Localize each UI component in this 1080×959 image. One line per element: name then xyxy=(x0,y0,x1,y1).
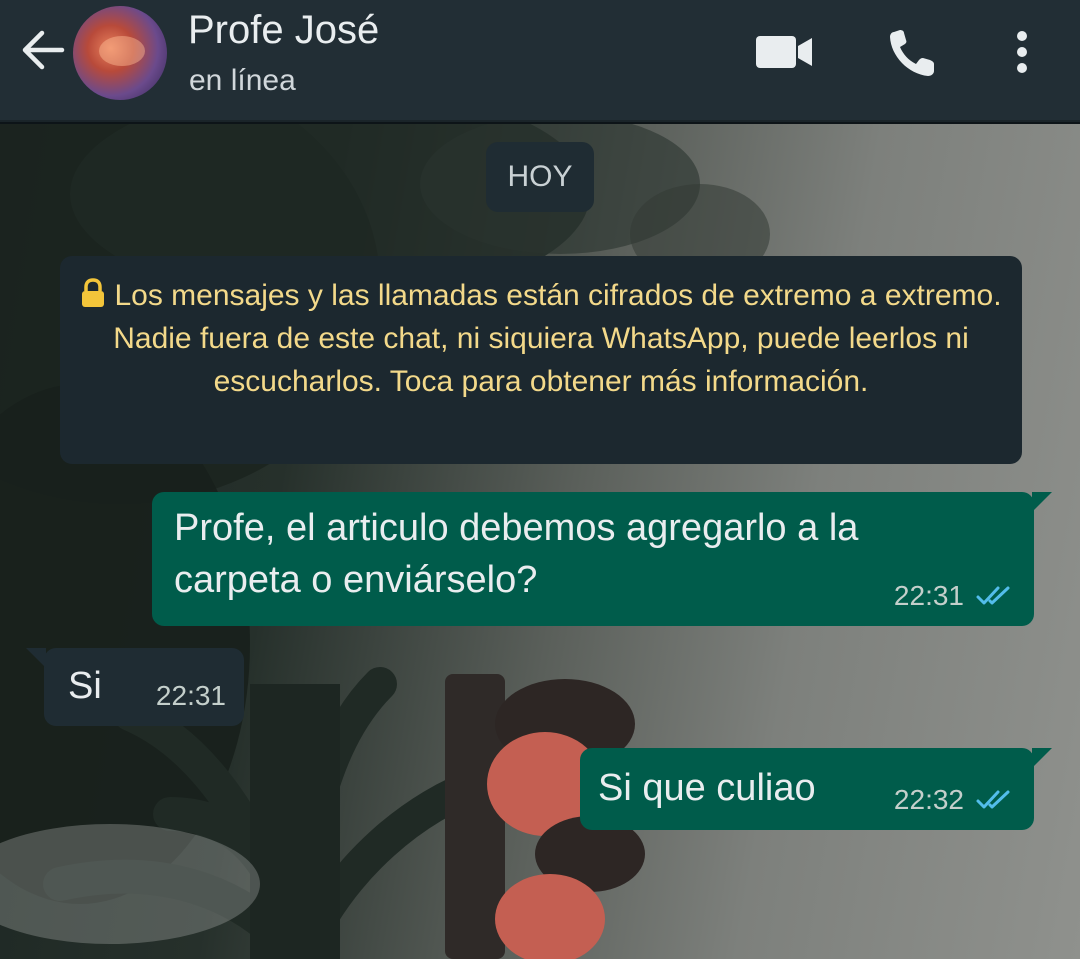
more-options-icon[interactable] xyxy=(1004,26,1040,78)
bubble-tail xyxy=(26,648,46,668)
read-ticks-icon xyxy=(976,586,1010,605)
message-bubble-outgoing[interactable]: Profe, el articulo debemos agregarlo a l… xyxy=(152,492,1052,626)
contact-avatar[interactable] xyxy=(73,6,167,100)
encryption-notice-text: Los mensajes y las llamadas están cifrad… xyxy=(113,279,1002,398)
date-separator: HOY xyxy=(486,142,594,212)
bubble-tail xyxy=(1032,492,1052,512)
message-meta: 22:32 xyxy=(894,784,1016,816)
read-ticks-icon xyxy=(976,790,1010,809)
message-text: Profe, el articulo debemos agregarlo a l… xyxy=(174,507,859,601)
message-meta: 22:31 xyxy=(156,680,226,712)
message-time: 22:31 xyxy=(893,580,964,611)
bubble-tail xyxy=(1032,748,1052,768)
message-text: Si que culiao xyxy=(598,767,816,809)
message-meta: 22:31 xyxy=(894,580,1016,612)
contact-status: en línea xyxy=(189,64,296,97)
phone-call-icon[interactable] xyxy=(886,26,940,80)
encryption-notice[interactable]: Los mensajes y las llamadas están cifrad… xyxy=(60,256,1022,464)
message-time: 22:31 xyxy=(155,680,226,711)
message-text: Si xyxy=(68,665,102,707)
lock-icon xyxy=(80,277,106,307)
message-bubble-incoming[interactable]: Si 22:31 xyxy=(26,648,244,726)
video-call-icon[interactable] xyxy=(752,32,816,72)
message-time: 22:32 xyxy=(893,784,964,815)
message-bubble-outgoing[interactable]: Si que culiao 22:32 xyxy=(580,748,1052,830)
chat-header: Profe José en línea xyxy=(0,0,1080,122)
contact-name[interactable]: Profe José xyxy=(188,8,379,53)
back-arrow-icon[interactable] xyxy=(18,24,68,76)
